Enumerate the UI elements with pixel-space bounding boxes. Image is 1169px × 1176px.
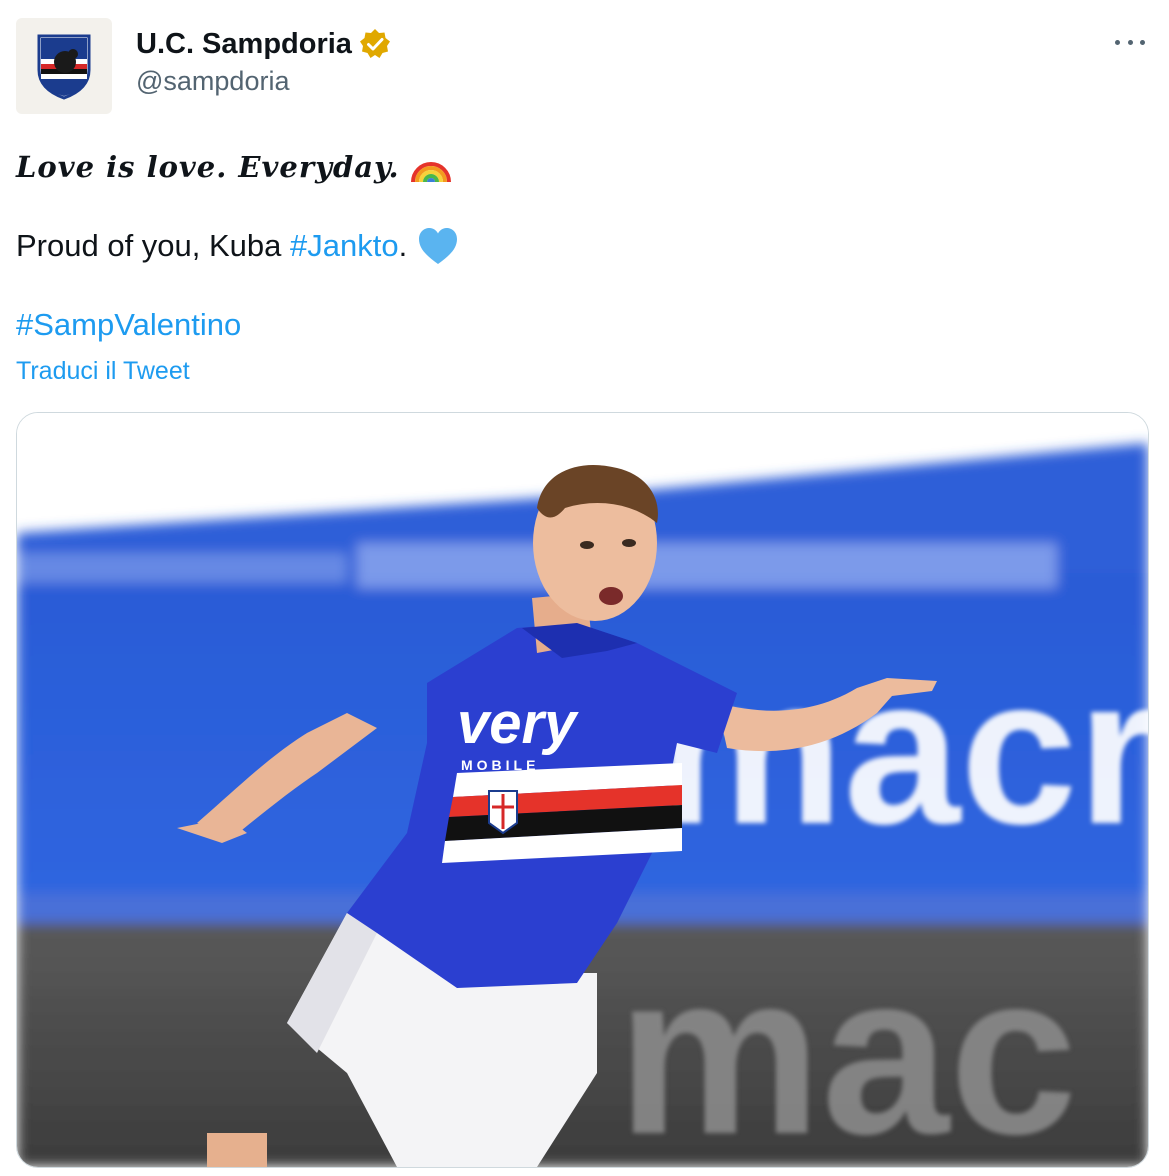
verified-badge-icon[interactable] <box>358 27 392 61</box>
svg-text:very: very <box>457 691 579 756</box>
tweet-line1-text: Love is love. Everyday. <box>16 150 400 184</box>
sampdoria-crest-icon <box>37 34 91 100</box>
svg-text:macr: macr <box>657 633 1148 868</box>
tweet-text-line-3: #SampValentino <box>16 307 241 343</box>
avatar[interactable] <box>16 18 112 114</box>
tweet-line2-prefix: Proud of you, Kuba <box>16 228 291 263</box>
account-names: U.C. Sampdoria @sampdoria <box>136 26 392 97</box>
tweet-text-line-2: Proud of you, Kuba #Jankto. <box>16 226 459 266</box>
tweet-media-photo[interactable]: macr mac very MOBILE <box>16 412 1149 1168</box>
tweet-line2-suffix: . <box>398 228 408 263</box>
display-name-row: U.C. Sampdoria <box>136 26 392 62</box>
tweet-text-line-1: Love is love. Everyday. <box>16 146 452 188</box>
blue-heart-icon <box>419 228 458 264</box>
svg-text:mac: mac <box>617 925 1077 1167</box>
hashtag-jankto[interactable]: #Jankto <box>290 228 399 264</box>
player-photo: macr mac very MOBILE <box>17 413 1148 1167</box>
handle[interactable]: @sampdoria <box>136 66 392 97</box>
svg-text:MOBILE: MOBILE <box>461 757 539 773</box>
rainbow-icon <box>410 162 451 183</box>
tweet-card: U.C. Sampdoria @sampdoria Love is love. … <box>0 0 1169 1176</box>
more-options-icon[interactable] <box>1115 32 1145 52</box>
display-name[interactable]: U.C. Sampdoria <box>136 28 352 61</box>
hashtag-sampvalentino[interactable]: #SampValentino <box>16 307 241 342</box>
translate-tweet-link[interactable]: Traduci il Tweet <box>16 357 190 386</box>
tweet-header: U.C. Sampdoria @sampdoria <box>16 18 1153 114</box>
